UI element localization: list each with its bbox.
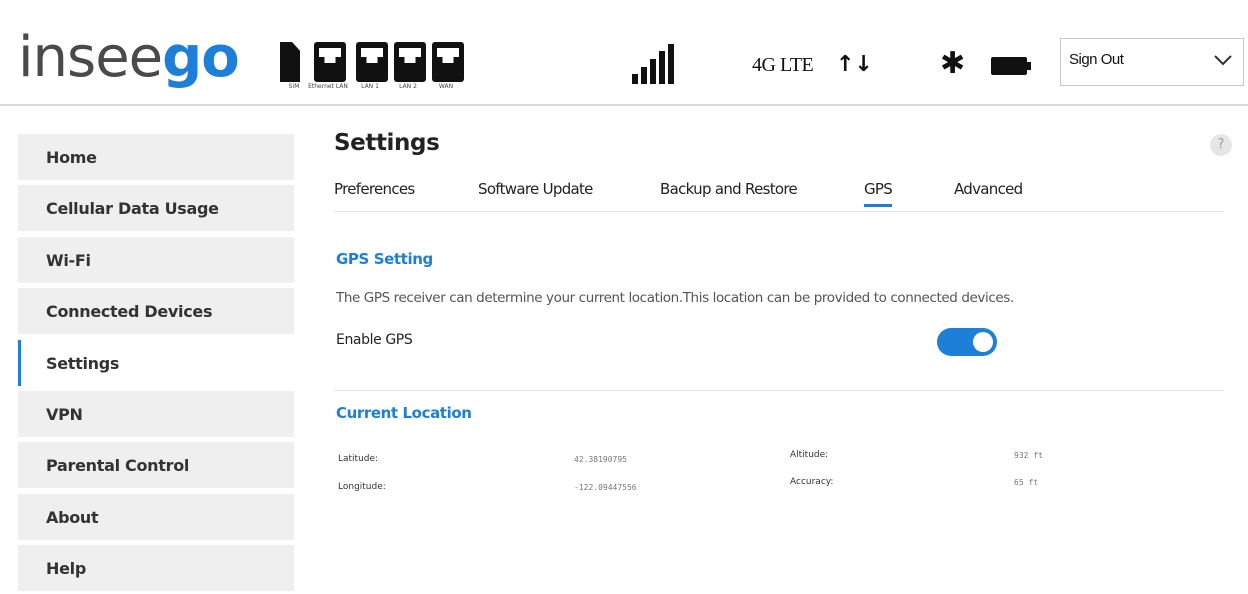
sim-card-icon xyxy=(280,42,300,82)
battery-icon xyxy=(991,57,1031,75)
section-divider xyxy=(334,390,1224,391)
longitude-value: -122.09447556 xyxy=(574,483,637,492)
sidebar-item-label: Help xyxy=(46,559,86,579)
sidebar-item-help[interactable]: Help xyxy=(18,545,294,592)
sidebar-nav: Home Cellular Data Usage Wi-Fi Connected… xyxy=(18,134,294,594)
tab-advanced[interactable]: Advanced xyxy=(954,180,1023,198)
sidebar-item-label: About xyxy=(46,507,99,527)
top-header: inseego SIM Ethernet LAN LAN 1 LAN 2 WAN… xyxy=(0,0,1248,106)
sidebar-item-home[interactable]: Home xyxy=(18,134,294,180)
signout-dropdown[interactable]: Sign Out xyxy=(1060,38,1244,86)
sidebar-item-parental-control[interactable]: Parental Control xyxy=(18,442,294,489)
current-location-heading: Current Location xyxy=(336,404,472,422)
help-icon[interactable]: ? xyxy=(1210,134,1232,156)
sidebar-item-label: Parental Control xyxy=(46,456,190,476)
ethernet-port-icon xyxy=(394,42,426,82)
gps-description: The GPS receiver can determine your curr… xyxy=(336,290,1014,306)
accuracy-label: Accuracy: xyxy=(790,477,834,487)
port-label: LAN 1 xyxy=(361,83,379,90)
network-type-label: 4G LTE xyxy=(752,54,814,76)
sidebar-item-label: Connected Devices xyxy=(46,302,213,322)
sidebar-item-vpn[interactable]: VPN xyxy=(18,390,294,437)
tab-backup-and-restore[interactable]: Backup and Restore xyxy=(660,180,798,198)
sidebar-item-connected-devices[interactable]: Connected Devices xyxy=(18,288,294,335)
port-label: LAN 2 xyxy=(399,83,417,90)
accuracy-value: 65 ft xyxy=(1014,478,1039,487)
port-label: WAN xyxy=(438,83,454,90)
tab-software-update[interactable]: Software Update xyxy=(478,180,593,198)
altitude-label: Altitude: xyxy=(790,450,829,460)
sidebar-item-cellular-data-usage[interactable]: Cellular Data Usage xyxy=(18,185,294,232)
enable-gps-toggle[interactable] xyxy=(937,328,997,356)
signal-strength-icon xyxy=(632,44,674,84)
inseego-logo: inseego xyxy=(18,25,240,90)
logo-text-accent: go xyxy=(162,25,240,90)
ethernet-port-icon xyxy=(356,42,388,82)
signout-label: Sign Out xyxy=(1069,51,1124,68)
sidebar-item-label: Home xyxy=(46,148,97,167)
latitude-value: 42.38190795 xyxy=(574,455,627,464)
gps-setting-heading: GPS Setting xyxy=(336,250,433,268)
toggle-knob xyxy=(973,332,993,352)
sidebar-item-label: Wi-Fi xyxy=(46,250,91,270)
ethernet-port-icon xyxy=(314,42,346,82)
longitude-label: Longitude: xyxy=(338,482,386,492)
bluetooth-icon: ✱ xyxy=(940,46,966,81)
logo-text-main: insee xyxy=(18,25,163,90)
tab-preferences[interactable]: Preferences xyxy=(334,180,415,198)
port-label: Ethernet LAN xyxy=(308,83,348,90)
sidebar-item-label: Cellular Data Usage xyxy=(46,199,219,219)
enable-gps-label: Enable GPS xyxy=(336,332,413,348)
sidebar-item-settings[interactable]: Settings xyxy=(18,339,294,386)
latitude-label: Latitude: xyxy=(338,454,379,464)
altitude-value: 932 ft xyxy=(1014,451,1043,460)
sidebar-item-wifi[interactable]: Wi-Fi xyxy=(18,236,294,283)
page-title: Settings xyxy=(334,130,440,156)
sidebar-item-label: VPN xyxy=(46,404,83,424)
ethernet-port-icon xyxy=(432,42,464,82)
data-transfer-arrows-icon: ↑↓ xyxy=(836,52,873,77)
chevron-down-icon xyxy=(1214,55,1232,66)
sidebar-item-label: Settings xyxy=(46,353,120,373)
settings-tabs: Preferences Software Update Backup and R… xyxy=(334,178,1224,212)
tab-gps[interactable]: GPS xyxy=(864,180,893,207)
sidebar-item-about[interactable]: About xyxy=(18,493,294,540)
